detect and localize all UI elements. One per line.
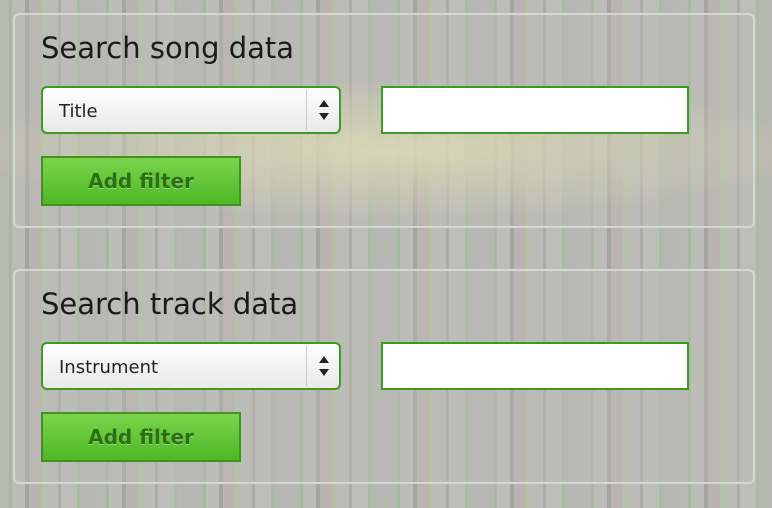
up-down-arrows-icon xyxy=(319,356,329,376)
track-add-filter-button[interactable]: Add filter xyxy=(41,412,241,462)
song-query-input[interactable] xyxy=(381,86,689,134)
song-search-panel: Search song data Title Add filter xyxy=(13,13,755,228)
track-field-select-value: Instrument xyxy=(59,357,159,378)
song-field-select-value: Title xyxy=(59,101,98,122)
select-divider xyxy=(306,346,307,386)
track-search-panel: Search track data Instrument Add filter xyxy=(13,269,755,484)
track-search-title: Search track data xyxy=(41,287,299,321)
song-search-title: Search song data xyxy=(41,31,295,65)
track-field-select[interactable]: Instrument xyxy=(41,342,341,390)
track-query-input[interactable] xyxy=(381,342,689,390)
song-field-select[interactable]: Title xyxy=(41,86,341,134)
up-down-arrows-icon xyxy=(319,100,329,120)
song-add-filter-button[interactable]: Add filter xyxy=(41,156,241,206)
select-divider xyxy=(306,90,307,130)
